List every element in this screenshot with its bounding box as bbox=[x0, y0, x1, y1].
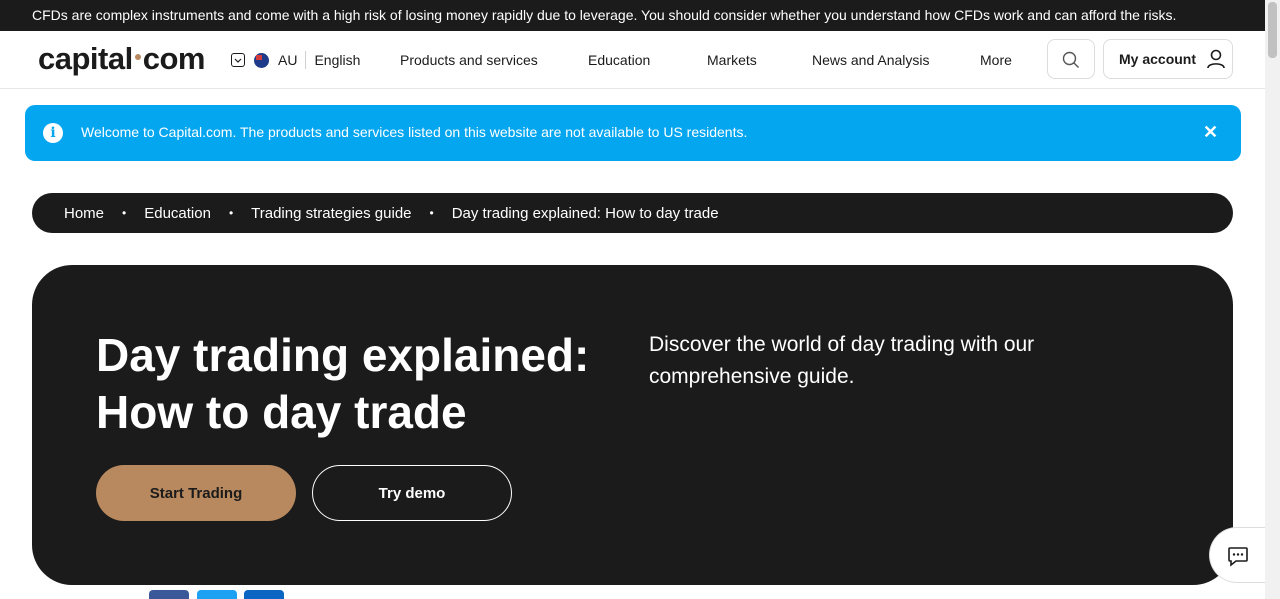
scrollbar-thumb[interactable] bbox=[1268, 2, 1277, 58]
my-account-label: My account bbox=[1119, 51, 1197, 67]
nav-products-and-services[interactable]: Products and services bbox=[400, 52, 538, 68]
user-icon bbox=[1207, 49, 1225, 69]
chat-icon bbox=[1228, 547, 1248, 567]
us-residents-notice: i Welcome to Capital.com. The products a… bbox=[25, 105, 1241, 161]
logo-text-right: com bbox=[142, 41, 206, 76]
logo-text-left: capital bbox=[38, 41, 133, 76]
close-icon[interactable]: ✕ bbox=[1203, 122, 1218, 142]
chevron-down-icon bbox=[231, 53, 245, 67]
breadcrumb-home[interactable]: Home bbox=[64, 205, 104, 222]
facebook-share-button[interactable] bbox=[149, 590, 189, 599]
language-label: English bbox=[314, 52, 361, 68]
hero-section: Day trading explained: How to day trade … bbox=[32, 265, 1233, 585]
australia-flag-icon bbox=[254, 52, 269, 68]
breadcrumb-current: Day trading explained: How to day trade bbox=[451, 204, 719, 222]
nav-education[interactable]: Education bbox=[588, 52, 650, 68]
site-header: capital com AU English Products and servi… bbox=[0, 31, 1265, 89]
region-code: AU bbox=[278, 52, 298, 68]
hero-description: Discover the world of day trading with o… bbox=[649, 333, 1035, 388]
breadcrumb-separator: • bbox=[228, 206, 234, 220]
risk-warning-bar: CFDs are complex instruments and come wi… bbox=[0, 0, 1265, 31]
search-button[interactable] bbox=[1047, 39, 1095, 79]
my-account-button[interactable]: My account bbox=[1103, 39, 1233, 79]
nav-markets[interactable]: Markets bbox=[707, 52, 757, 68]
page-title: Day trading explained: How to day trade bbox=[96, 329, 590, 438]
linkedin-share-button[interactable] bbox=[244, 590, 284, 599]
breadcrumb-trading-strategies-guide[interactable]: Trading strategies guide bbox=[251, 205, 411, 222]
breadcrumb: Home • Education • Trading strategies gu… bbox=[32, 193, 1233, 233]
capital-com-logo[interactable]: capital com bbox=[38, 41, 205, 77]
region-language-selector[interactable]: AU English bbox=[231, 51, 360, 69]
chat-button[interactable] bbox=[1209, 527, 1265, 583]
start-trading-button[interactable]: Start Trading bbox=[96, 465, 296, 521]
nav-news-and-analysis[interactable]: News and Analysis bbox=[812, 52, 930, 68]
notice-message: Welcome to Capital.com. The products and… bbox=[81, 124, 748, 140]
breadcrumb-separator: • bbox=[122, 206, 127, 220]
info-icon: i bbox=[43, 123, 63, 143]
logo-dot bbox=[134, 54, 141, 61]
divider bbox=[305, 51, 307, 69]
try-demo-button[interactable]: Try demo bbox=[312, 465, 512, 521]
twitter-share-button[interactable] bbox=[197, 590, 237, 599]
search-icon bbox=[1062, 51, 1079, 68]
breadcrumb-separator: • bbox=[429, 206, 434, 220]
breadcrumb-education[interactable]: Education bbox=[144, 205, 211, 222]
nav-more[interactable]: More bbox=[980, 52, 1012, 68]
risk-warning-text: CFDs are complex instruments and come wi… bbox=[32, 7, 1177, 23]
page-scrollbar[interactable] bbox=[1265, 0, 1280, 599]
